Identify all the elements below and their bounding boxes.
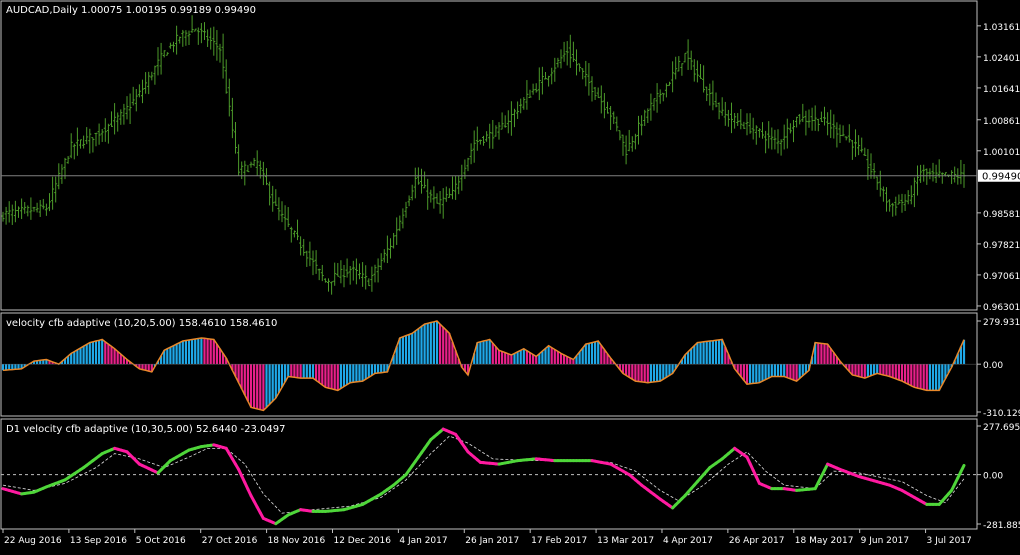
chart-canvas[interactable]: 1.03161 1.02401 1.01641 1.00861 1.00101 0.985… [0,0,1020,551]
price-tick-label: 1.03161 [983,23,1020,33]
oscillator-panel-title: velocity cfb adaptive (10,20,5.00) 158.4… [6,318,277,329]
oscillator-tick-label: 279.9316 [983,318,1020,328]
time-tick-label: 9 Jun 2017 [861,536,909,546]
time-tick-label: 22 Aug 2016 [4,536,62,546]
time-tick-label: 4 Apr 2017 [663,536,713,546]
d1-panel-title: D1 velocity cfb adaptive (10,30,5.00) 52… [6,424,286,435]
oscillator-tick-label: 0.00 [983,361,1003,371]
d1-tick-label: 277.6953 [983,423,1020,433]
time-tick-label: 3 Jul 2017 [927,536,972,546]
price-tick-label: 0.97061 [983,272,1020,282]
price-tick-label: 1.01641 [983,85,1020,95]
time-tick-label: 13 Mar 2017 [597,536,654,546]
price-tick-label: 1.02401 [983,54,1020,64]
time-tick-label: 17 Feb 2017 [531,536,587,546]
time-tick-label: 18 Nov 2016 [268,536,326,546]
d1-tick-label: 0.00 [983,472,1003,482]
time-tick-label: 4 Jan 2017 [399,536,447,546]
price-tick-label: 0.98581 [983,210,1020,220]
price-panel-title: AUDCAD,Daily 1.00075 1.00195 0.99189 0.9… [6,5,256,16]
price-tick-label: 1.00101 [983,148,1020,158]
time-tick-label: 27 Oct 2016 [202,536,258,546]
time-tick-label: 13 Sep 2016 [70,536,127,546]
d1-tick-label: -281.8853 [983,521,1020,531]
time-tick-label: 26 Apr 2017 [729,536,785,546]
chart-window[interactable]: 1.03161 1.02401 1.01641 1.00861 1.00101 0.985… [0,0,1020,551]
oscillator-tick-label: -310.1293 [983,409,1020,419]
current-price-label: 0.99490 [982,172,1020,183]
price-tick-label: 1.00861 [983,117,1020,127]
time-tick-label: 26 Jan 2017 [465,536,519,546]
price-tick-label: 0.97821 [983,241,1020,251]
time-tick-label: 18 May 2017 [795,536,854,546]
time-tick-label: 5 Oct 2016 [136,536,186,546]
price-tick-label: 0.96301 [983,303,1020,313]
chart-background [0,0,1020,551]
time-tick-label: 12 Dec 2016 [333,536,391,546]
